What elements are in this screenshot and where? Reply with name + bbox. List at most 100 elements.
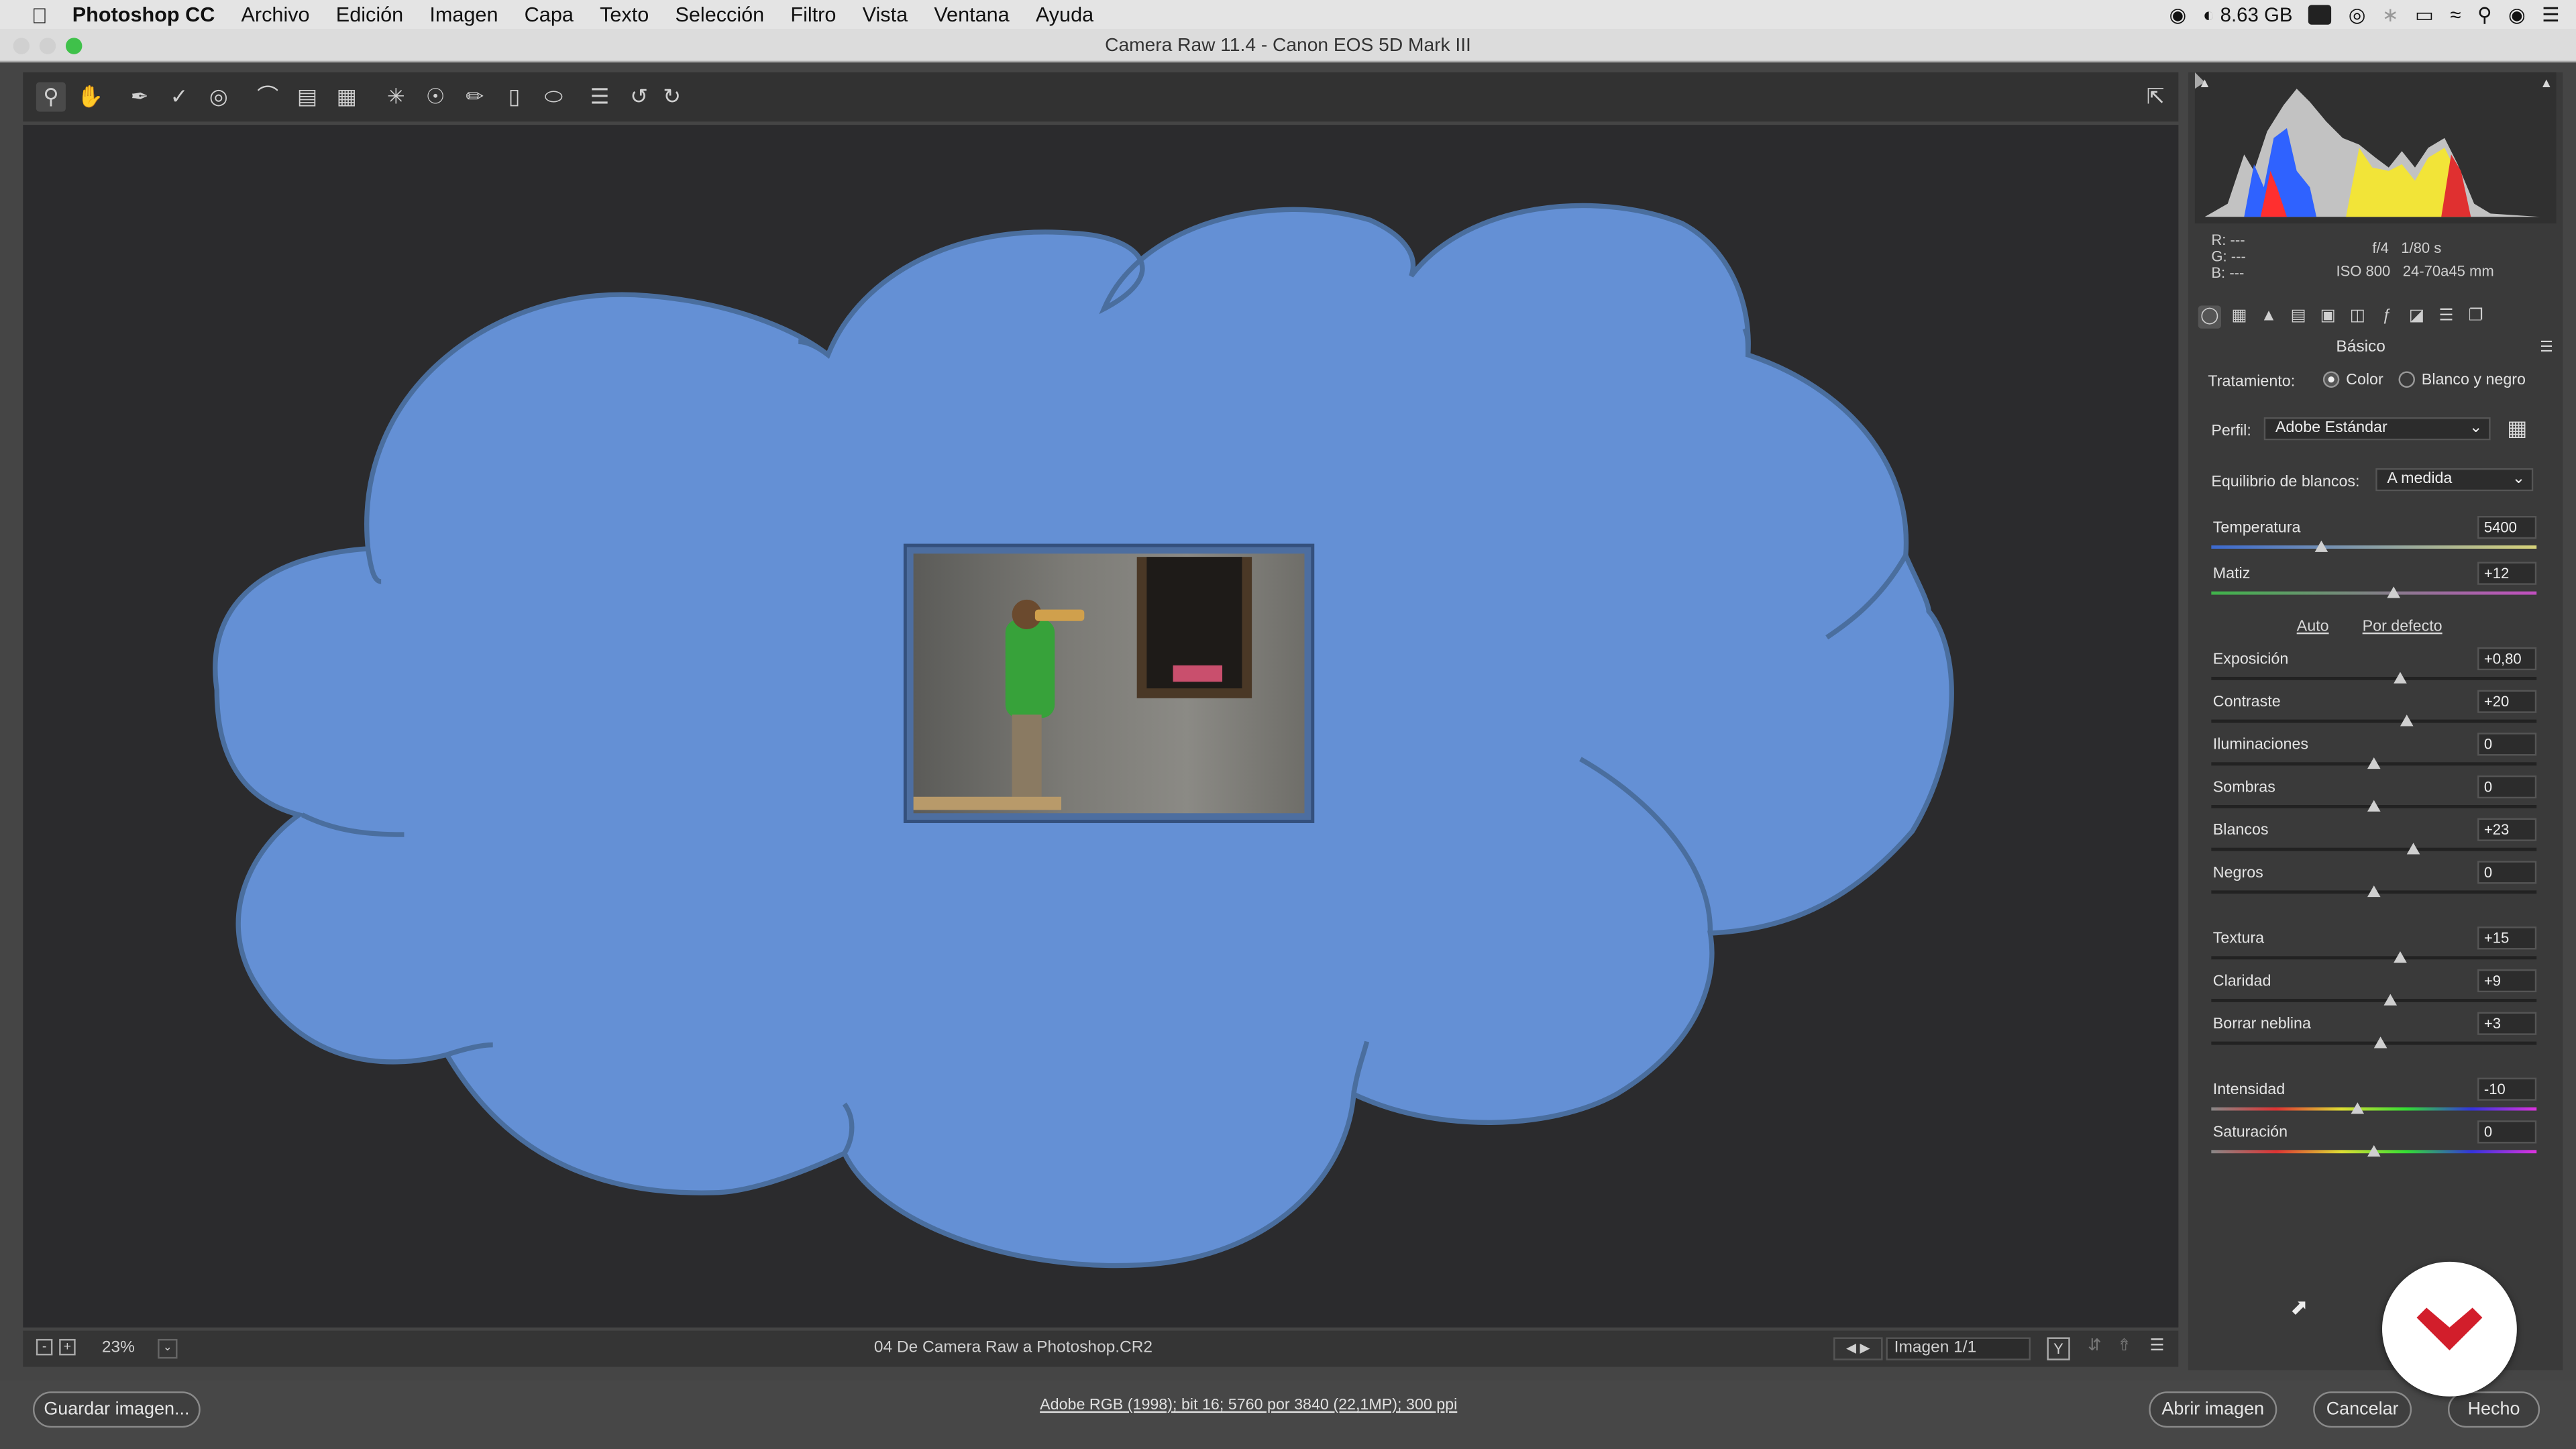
- save-image-button[interactable]: Guardar imagen...: [32, 1391, 201, 1428]
- slider-textura[interactable]: Textura +15: [2211, 926, 2537, 973]
- graduated-filter-icon[interactable]: ▯: [499, 82, 529, 111]
- slider-value-input[interactable]: +20: [2477, 690, 2537, 713]
- tone-curve-tab-icon[interactable]: ▦: [2228, 306, 2251, 329]
- bluetooth-icon[interactable]: ∗: [2382, 3, 2399, 26]
- crop-tool-icon[interactable]: ⌒: [253, 82, 282, 111]
- transform-tool-icon[interactable]: ▦: [332, 82, 362, 111]
- slider-temperatura[interactable]: Temperatura 5400: [2211, 515, 2537, 562]
- slider-handle-icon[interactable]: [2393, 951, 2407, 963]
- slider-value-input[interactable]: 5400: [2477, 515, 2537, 539]
- slider-value-input[interactable]: 0: [2477, 861, 2537, 884]
- slider-track[interactable]: [2211, 956, 2537, 960]
- menu-filtro[interactable]: Filtro: [790, 3, 836, 26]
- radial-filter-icon[interactable]: ⬭: [539, 82, 568, 111]
- slider-value-input[interactable]: +9: [2477, 969, 2537, 993]
- zoom-window-icon[interactable]: [65, 38, 83, 54]
- minimize-icon[interactable]: [39, 38, 56, 54]
- slider-iluminaciones[interactable]: Iluminaciones 0: [2211, 733, 2537, 779]
- treatment-color-option[interactable]: Color: [2322, 371, 2383, 389]
- airplay-icon[interactable]: ▭: [2415, 3, 2434, 26]
- slider-value-input[interactable]: -10: [2477, 1077, 2537, 1101]
- treatment-bw-option[interactable]: Blanco y negro: [2398, 371, 2526, 389]
- preview-preferences-icon[interactable]: ☰: [2145, 1337, 2168, 1360]
- menu-archivo[interactable]: Archivo: [241, 3, 310, 26]
- menu-ayuda[interactable]: Ayuda: [1036, 3, 1093, 26]
- slider-track[interactable]: [2211, 847, 2537, 851]
- display-icon[interactable]: [2308, 5, 2332, 25]
- calibration-tab-icon[interactable]: ◪: [2405, 306, 2428, 329]
- close-icon[interactable]: [13, 38, 30, 54]
- search-icon[interactable]: ⚲: [2477, 3, 2492, 26]
- rotate-left-icon[interactable]: ↺: [625, 82, 654, 111]
- eye-icon[interactable]: ◎: [2349, 3, 2366, 26]
- red-eye-icon[interactable]: ☉: [421, 82, 450, 111]
- menu-capa[interactable]: Capa: [525, 3, 574, 26]
- before-after-icon[interactable]: Y: [2047, 1337, 2070, 1360]
- radio-color-icon[interactable]: [2322, 372, 2340, 389]
- snapshots-tab-icon[interactable]: ❐: [2464, 306, 2487, 329]
- apple-menu-icon[interactable]: : [26, 3, 52, 28]
- slider-track[interactable]: [2211, 719, 2537, 723]
- slider-claridad[interactable]: Claridad +9: [2211, 969, 2537, 1016]
- highlight-clipping-icon[interactable]: ▲: [2540, 76, 2553, 91]
- done-button[interactable]: Hecho: [2447, 1391, 2540, 1428]
- slider-value-input[interactable]: +3: [2477, 1012, 2537, 1035]
- swap-settings-icon[interactable]: ⇵: [2083, 1337, 2106, 1360]
- slider-track[interactable]: [2211, 1107, 2537, 1111]
- lens-tab-icon[interactable]: ◫: [2346, 306, 2369, 329]
- slider-handle-icon[interactable]: [2351, 1102, 2365, 1114]
- slider-value-input[interactable]: 0: [2477, 1120, 2537, 1144]
- spot-removal-icon[interactable]: ✳: [381, 82, 411, 111]
- slider-value-input[interactable]: +0,80: [2477, 647, 2537, 671]
- slider-handle-icon[interactable]: [2387, 586, 2400, 598]
- slider-contraste[interactable]: Contraste +20: [2211, 690, 2537, 736]
- slider-saturaci-n[interactable]: Saturación 0: [2211, 1120, 2537, 1167]
- radio-bw-icon[interactable]: [2398, 372, 2416, 389]
- menu-app-name[interactable]: Photoshop CC: [72, 3, 215, 26]
- adjustment-brush-icon[interactable]: ✏: [460, 82, 490, 111]
- cancel-button[interactable]: Cancelar: [2313, 1391, 2412, 1428]
- menu-imagen[interactable]: Imagen: [429, 3, 498, 26]
- preview-canvas[interactable]: [23, 125, 2179, 1328]
- memory-indicator[interactable]: ◐ 8.63 GB: [2203, 3, 2293, 26]
- color-sampler-icon[interactable]: ✓: [164, 82, 194, 111]
- slider-track[interactable]: [2211, 591, 2537, 595]
- slider-value-input[interactable]: +23: [2477, 818, 2537, 841]
- slider-handle-icon[interactable]: [2315, 540, 2328, 552]
- rotate-right-icon[interactable]: ↻: [657, 82, 687, 111]
- targeted-adjustment-icon[interactable]: ◎: [204, 82, 233, 111]
- slider-borrar-neblina[interactable]: Borrar neblina +3: [2211, 1012, 2537, 1058]
- zoom-level[interactable]: 23%: [102, 1339, 135, 1357]
- slider-matiz[interactable]: Matiz +12: [2211, 561, 2537, 608]
- zoom-out-icon[interactable]: -: [36, 1338, 53, 1356]
- slider-track[interactable]: [2211, 998, 2537, 1002]
- detail-tab-icon[interactable]: ▲: [2257, 306, 2280, 329]
- profile-browser-icon[interactable]: ▦: [2507, 416, 2527, 442]
- slider-handle-icon[interactable]: [2367, 757, 2381, 769]
- slider-handle-icon[interactable]: [2393, 672, 2407, 684]
- image-nav-arrows[interactable]: ◀ ▶: [1833, 1337, 1883, 1360]
- straighten-tool-icon[interactable]: ▤: [292, 82, 322, 111]
- menu-ventana[interactable]: Ventana: [934, 3, 1009, 26]
- slider-handle-icon[interactable]: [2367, 800, 2381, 812]
- slider-handle-icon[interactable]: [2367, 1144, 2381, 1157]
- preferences-icon[interactable]: ☰: [585, 82, 614, 111]
- slider-exposici-n[interactable]: Exposición +0,80: [2211, 647, 2537, 694]
- notification-center-icon[interactable]: ☰: [2542, 3, 2559, 26]
- slider-handle-icon[interactable]: [2406, 843, 2420, 855]
- auto-link[interactable]: Auto: [2297, 618, 2329, 636]
- basic-tab-icon[interactable]: ◯: [2198, 305, 2222, 329]
- slider-value-input[interactable]: +12: [2477, 561, 2537, 585]
- slider-handle-icon[interactable]: [2373, 1036, 2387, 1049]
- default-link[interactable]: Por defecto: [2363, 618, 2443, 636]
- slider-value-input[interactable]: 0: [2477, 775, 2537, 799]
- slider-handle-icon[interactable]: [2383, 994, 2397, 1006]
- menu-edicion[interactable]: Edición: [336, 3, 403, 26]
- menu-texto[interactable]: Texto: [600, 3, 649, 26]
- wifi-icon[interactable]: ≈: [2450, 3, 2461, 26]
- panel-menu-icon[interactable]: ☰: [2540, 338, 2553, 356]
- slider-track[interactable]: [2211, 545, 2537, 549]
- slider-negros[interactable]: Negros 0: [2211, 861, 2537, 907]
- siri-icon[interactable]: ◉: [2508, 3, 2526, 26]
- slider-blancos[interactable]: Blancos +23: [2211, 818, 2537, 864]
